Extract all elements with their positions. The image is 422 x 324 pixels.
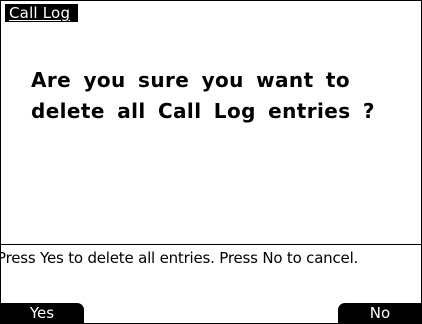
dialog-screen: Call Log Are you sure you want to delete… bbox=[0, 0, 422, 324]
hint-text: Press Yes to delete all entries. Press N… bbox=[0, 249, 359, 267]
hint-divider bbox=[0, 244, 422, 245]
no-button[interactable]: No bbox=[338, 303, 422, 324]
yes-button[interactable]: Yes bbox=[0, 303, 84, 324]
confirmation-message: Are you sure you want to delete all Call… bbox=[31, 68, 375, 123]
screen-title: Call Log bbox=[5, 4, 79, 22]
